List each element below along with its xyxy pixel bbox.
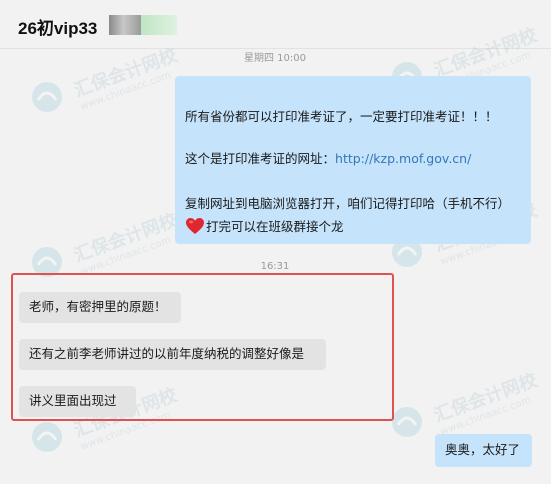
message-line: 打完可以在班级群接个龙 [185, 217, 344, 236]
message-timestamp: 星期四 10:00 [244, 53, 306, 64]
message-timestamp: 16:31 [260, 261, 290, 272]
message-text: 这个是打印准考证的网址： [185, 151, 336, 166]
chat-header: 26初vip33 [0, 0, 551, 49]
message-text: 奥奥，太好了 [445, 442, 521, 457]
highlight-annotation-box [11, 273, 394, 421]
watermark-name: 汇保会计网校 [71, 44, 181, 102]
message-line: 复制网址到电脑浏览器打开，咱们记得打印哈（手机不行） [185, 196, 511, 211]
watermark-name: 汇保会计网校 [71, 209, 181, 267]
message-text: 打完可以在班级群接个龙 [206, 219, 344, 234]
redacted-title-part [109, 15, 141, 35]
message-line: 这个是打印准考证的网址：http://kzp.mof.gov.cn/ [185, 150, 471, 168]
outgoing-message[interactable]: 所有省份都可以打印准考证了，一定要打印准考证！！！ 这个是打印准考证的网址：ht… [175, 76, 531, 244]
watermark-logo-icon [32, 82, 62, 112]
watermark-url: www.chinaacc.com [78, 234, 173, 278]
exam-admission-link[interactable]: http://kzp.mof.gov.cn/ [335, 151, 471, 166]
watermark-logo-icon [392, 407, 422, 437]
redacted-title-part [141, 15, 177, 35]
watermark-name: 汇保会计网校 [431, 369, 541, 427]
heart-icon [186, 218, 204, 234]
watermark-logo-icon [32, 422, 62, 452]
watermark-url: www.chinaacc.com [438, 394, 533, 438]
outgoing-message[interactable]: 奥奥，太好了 [435, 434, 532, 467]
message-line: 所有省份都可以打印准考证了，一定要打印准考证！！！ [185, 109, 498, 124]
chat-title[interactable]: 26初vip33 [18, 14, 97, 39]
watermark-url: www.chinaacc.com [78, 69, 173, 113]
